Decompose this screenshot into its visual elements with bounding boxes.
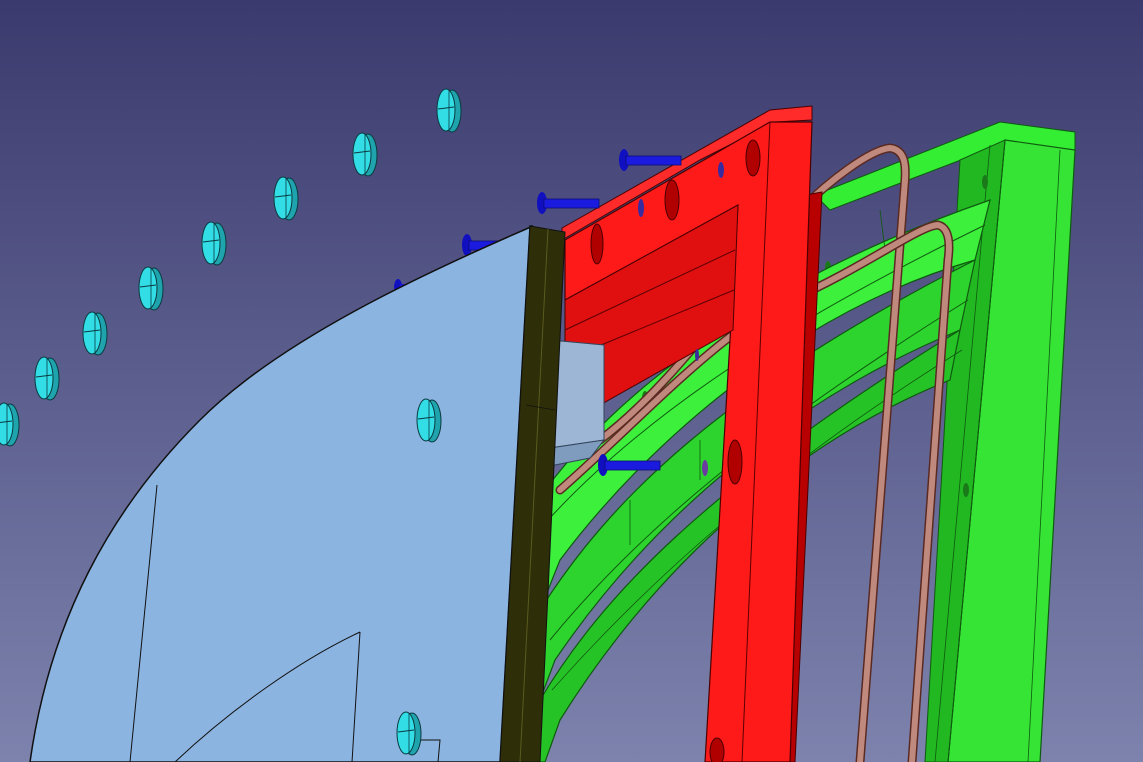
green-frame-hole (702, 460, 708, 476)
rivet (416, 398, 442, 443)
rivet (82, 311, 108, 356)
red-flange-pin (695, 349, 699, 361)
red-flange-pin (638, 199, 644, 217)
rivet (0, 402, 20, 447)
cad-scene (0, 0, 1143, 762)
green-frame-hole (963, 483, 969, 497)
red-flange-hole (727, 439, 743, 485)
rivet (436, 88, 462, 133)
rivet (352, 132, 378, 177)
red-flange-hole (664, 179, 680, 221)
rivet (201, 221, 227, 266)
red-flange-hole (590, 223, 604, 265)
red-flange-pin (718, 162, 724, 178)
red-flange-hole (745, 139, 761, 177)
rivet (138, 266, 164, 311)
rivet (396, 711, 422, 756)
red-flange-hole (709, 737, 725, 762)
rivet (273, 176, 299, 221)
rivet (34, 356, 60, 401)
green-frame-hole (982, 175, 988, 189)
cad-viewport[interactable] (0, 0, 1143, 762)
